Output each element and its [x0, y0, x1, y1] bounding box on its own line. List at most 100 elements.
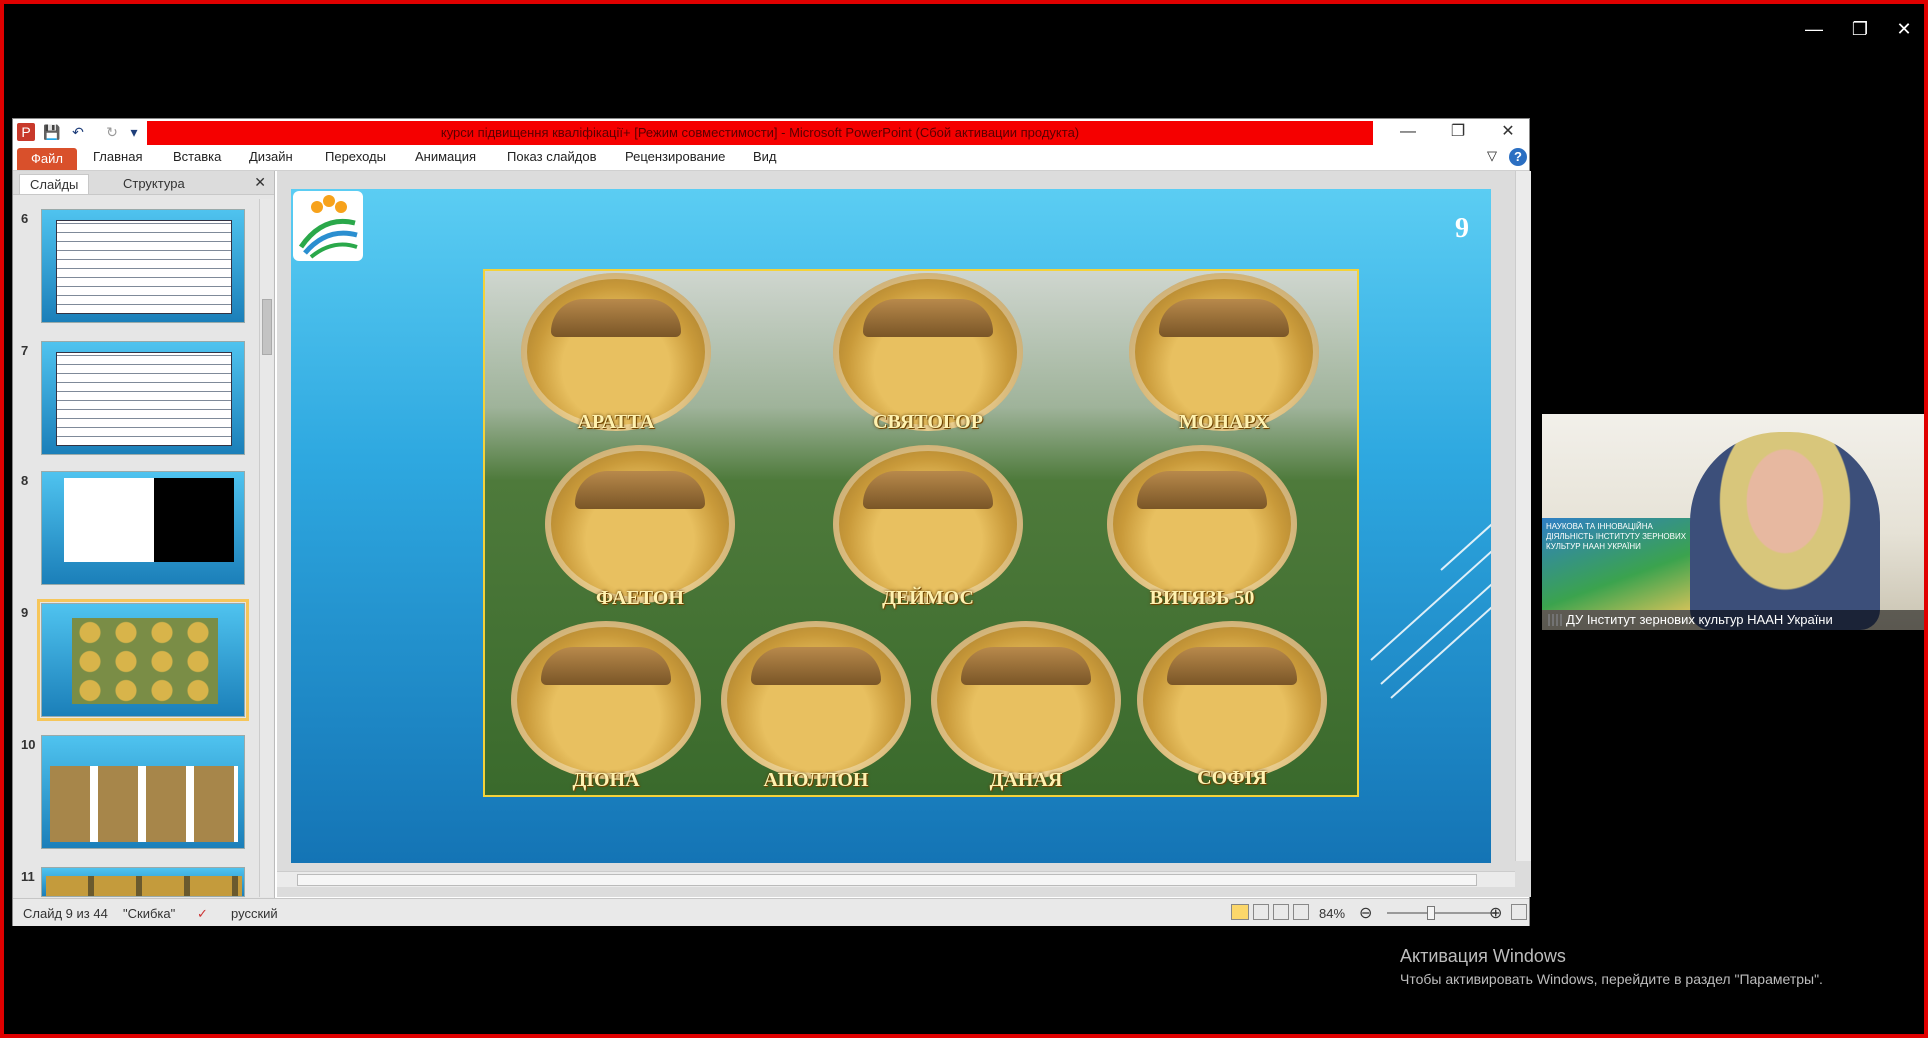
slide-thumbnail-9[interactable] — [37, 599, 249, 721]
panel-tabs: Слайды Структура ✕ — [13, 171, 274, 195]
panel-scrollbar[interactable] — [259, 199, 273, 897]
thumbnail-photo — [72, 618, 218, 704]
tab-slides[interactable]: Слайды — [19, 174, 90, 194]
variety-label: ДЕЙМОС — [882, 587, 974, 609]
bean-bowl — [1107, 445, 1297, 603]
slide-vertical-scrollbar[interactable] — [1515, 171, 1531, 861]
thumbnail-photo — [50, 766, 238, 842]
normal-view-icon[interactable] — [1231, 904, 1249, 920]
bean-bowl — [511, 621, 701, 779]
tab-home[interactable]: Главная — [93, 149, 142, 164]
thumbnail-number: 10 — [21, 737, 36, 752]
slide-canvas[interactable]: 9 АРАТТА СВЯТОГОР МОНАРХ ФАЕТОН ДЕЙМОС В… — [291, 189, 1491, 863]
wall-map: НАУКОВА ТА ІННОВАЦІЙНА ДІЯЛЬНІСТЬ ІНСТИТ… — [1542, 518, 1700, 610]
slide-thumbnail-8[interactable] — [41, 471, 245, 585]
zoom-in-icon[interactable]: ⊕ — [1489, 903, 1502, 923]
outer-restore-button[interactable]: ❐ — [1840, 14, 1880, 44]
slide-horizontal-scrollbar[interactable] — [277, 871, 1515, 887]
panel-close-icon[interactable]: ✕ — [254, 174, 266, 191]
participant-name: ДУ Інститут зернових культур НААН Україн… — [1542, 610, 1924, 630]
bean-bowl — [521, 273, 711, 431]
tab-view[interactable]: Вид — [753, 149, 777, 164]
thumbnail-number: 8 — [21, 473, 29, 488]
decor-line — [1390, 570, 1491, 699]
thumbnail-number: 9 — [21, 605, 29, 620]
zoom-slider[interactable] — [1387, 912, 1497, 914]
bean-bowl — [545, 445, 735, 603]
variety-label: МОНАРХ — [1178, 411, 1270, 433]
tab-animation[interactable]: Анимация — [415, 149, 476, 164]
spellcheck-icon[interactable]: ✓ — [197, 906, 208, 922]
bean-bowl — [931, 621, 1121, 779]
outer-minimize-button[interactable]: — — [1794, 14, 1834, 44]
horizontal-scroll-thumb[interactable] — [297, 874, 1477, 886]
powerpoint-window: P 💾 ↶ ↻ ▾ курси підвищення кваліфікації+… — [12, 118, 1531, 926]
collapse-ribbon-icon[interactable]: ▽ — [1487, 148, 1497, 164]
fit-to-window-icon[interactable] — [1511, 904, 1527, 920]
ppt-close-button[interactable]: ✕ — [1485, 119, 1531, 145]
ppt-restore-button[interactable]: ❐ — [1435, 119, 1481, 145]
slide-thumbnail-7[interactable] — [41, 341, 245, 455]
slide-thumbnail-11[interactable] — [41, 867, 245, 897]
variety-label: ФАЕТОН — [596, 587, 684, 609]
slide-number: 9 — [1455, 213, 1469, 244]
logo-icon — [298, 195, 358, 259]
thumbnail-table — [56, 352, 232, 446]
undo-icon[interactable]: ↶ — [69, 123, 87, 141]
title-bar: P 💾 ↶ ↻ ▾ курси підвищення кваліфікації+… — [13, 119, 1529, 145]
tab-file[interactable]: Файл — [17, 148, 77, 170]
tab-transitions[interactable]: Переходы — [325, 149, 386, 164]
variety-label: ДАНАЯ — [989, 769, 1063, 791]
zoom-level[interactable]: 84% — [1319, 906, 1345, 921]
tab-review[interactable]: Рецензирование — [625, 149, 725, 164]
variety-label: ДІОНА — [572, 769, 640, 791]
tab-slideshow[interactable]: Показ слайдов — [507, 149, 597, 164]
window-title: курси підвищення кваліфікації+ [Режим со… — [147, 121, 1373, 145]
windows-activation-watermark: Активация Windows Чтобы активировать Win… — [1400, 946, 1823, 987]
thumbnail-textbox — [154, 478, 234, 562]
zoom-slider-handle[interactable] — [1427, 906, 1435, 920]
meeting-screen: — ❐ ✕ P 💾 ↶ ↻ ▾ курси підвищення кваліфі… — [0, 0, 1928, 1038]
help-icon[interactable]: ? — [1509, 148, 1527, 166]
participant-video — [1690, 432, 1880, 630]
ppt-minimize-button[interactable]: — — [1385, 119, 1431, 145]
redo-icon[interactable]: ↻ — [103, 123, 121, 141]
wall-map-caption: НАУКОВА ТА ІННОВАЦІЙНА ДІЯЛЬНІСТЬ ІНСТИТ… — [1546, 522, 1687, 551]
zoom-out-icon[interactable]: ⊖ — [1359, 903, 1372, 923]
language-indicator[interactable]: русский — [231, 906, 278, 921]
tab-outline[interactable]: Структура — [113, 174, 195, 194]
outer-close-button[interactable]: ✕ — [1884, 14, 1924, 44]
slide-editor: 9 АРАТТА СВЯТОГОР МОНАРХ ФАЕТОН ДЕЙМОС В… — [277, 171, 1531, 897]
slideshow-icon[interactable] — [1293, 904, 1309, 920]
reading-view-icon[interactable] — [1273, 904, 1289, 920]
activation-title: Активация Windows — [1400, 946, 1566, 966]
institute-logo — [293, 191, 363, 261]
bean-bowl — [833, 273, 1023, 431]
tab-design[interactable]: Дизайн — [249, 149, 293, 164]
webcam-video: НАУКОВА ТА ІННОВАЦІЙНА ДІЯЛЬНІСТЬ ІНСТИТ… — [1542, 414, 1924, 630]
bean-bowl — [1137, 621, 1327, 779]
customize-toolbar-icon[interactable]: ▾ — [125, 123, 143, 141]
thumbnail-number: 6 — [21, 211, 29, 226]
thumbnail-chart — [64, 478, 154, 562]
powerpoint-app-icon[interactable]: P — [17, 123, 35, 141]
variety-label: АРАТТА — [577, 411, 655, 433]
thumbnail-photo — [46, 876, 242, 896]
theme-name: "Скибка" — [123, 906, 176, 921]
panel-scroll-thumb[interactable] — [262, 299, 272, 355]
variety-label: СВЯТОГОР — [873, 411, 983, 433]
variety-label: СОФІЯ — [1197, 767, 1267, 789]
slide-counter: Слайд 9 из 44 — [23, 906, 108, 921]
variety-label: АПОЛЛОН — [763, 769, 869, 791]
slides-panel: Слайды Структура ✕ 6 7 8 9 10 11 — [13, 171, 275, 898]
slide-thumbnail-10[interactable] — [41, 735, 245, 849]
activation-subtitle: Чтобы активировать Windows, перейдите в … — [1400, 971, 1823, 987]
thumbnail-table — [56, 220, 232, 314]
slide-sorter-icon[interactable] — [1253, 904, 1269, 920]
thumbnail-number: 11 — [21, 869, 35, 884]
slide-thumbnail-6[interactable] — [41, 209, 245, 323]
tab-insert[interactable]: Вставка — [173, 149, 221, 164]
save-icon[interactable]: 💾 — [43, 123, 61, 141]
thumbnail-number: 7 — [21, 343, 29, 358]
soybean-varieties-photo: АРАТТА СВЯТОГОР МОНАРХ ФАЕТОН ДЕЙМОС ВИТ… — [483, 269, 1359, 797]
